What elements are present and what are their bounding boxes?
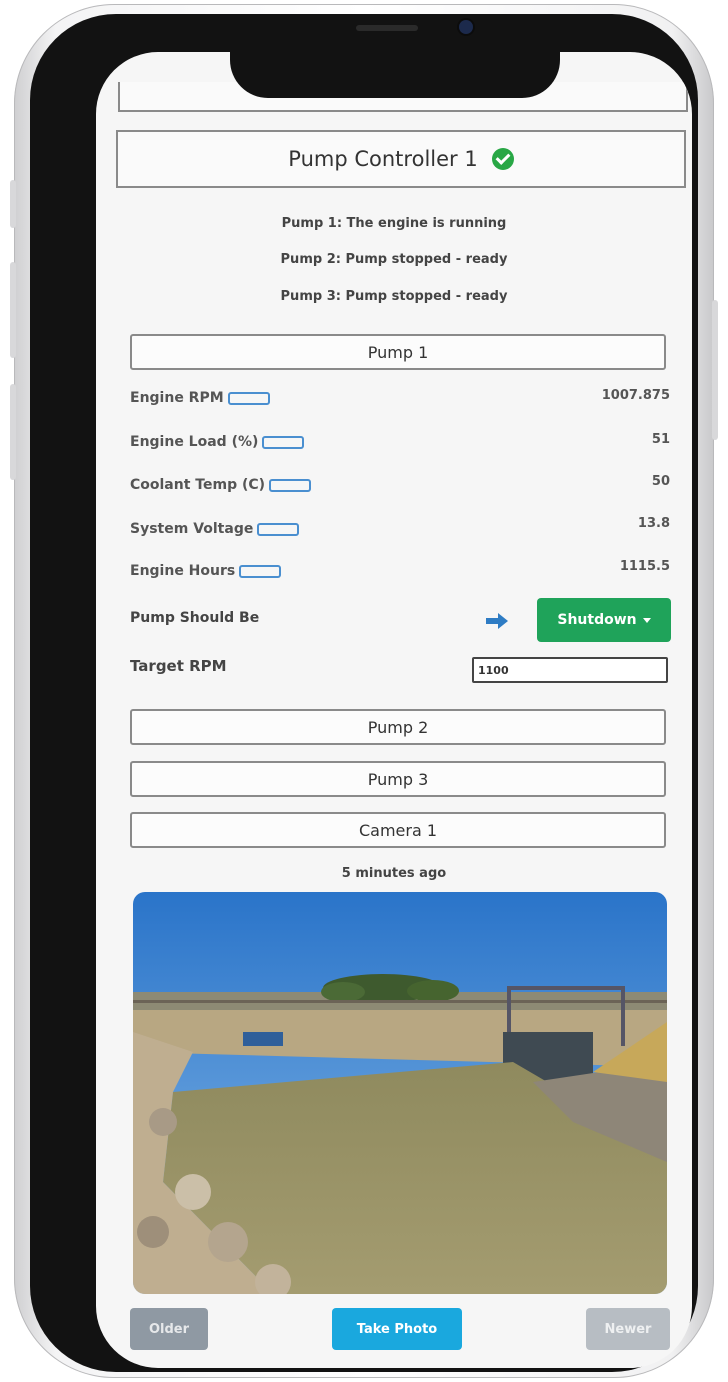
camera1-section-header[interactable]: Camera 1 <box>130 812 666 848</box>
camera-photo <box>133 892 667 1294</box>
front-camera-icon <box>459 20 473 34</box>
arrow-right-icon <box>486 613 508 629</box>
power-button <box>712 300 718 440</box>
controller-header[interactable]: Pump Controller 1 <box>116 130 686 188</box>
caret-down-icon <box>642 617 651 623</box>
metric-value-engine-rpm: 1007.875 <box>601 388 670 403</box>
phone-bezel: Pump Controller 1 Pump 1: The engine is … <box>30 14 698 1372</box>
metric-label-engine-hours: Engine Hours <box>130 563 282 579</box>
metric-label-text: Engine RPM <box>130 390 224 406</box>
volume-button <box>10 180 16 228</box>
older-button[interactable]: Older <box>130 1308 208 1350</box>
metric-label-text: Engine Load (%) <box>130 434 259 450</box>
metric-value-system-voltage: 13.8 <box>637 516 670 531</box>
history-badge[interactable] <box>257 522 300 536</box>
pump2-section-header[interactable]: Pump 2 <box>130 709 666 745</box>
metric-value-engine-load: 51 <box>651 432 670 447</box>
metric-value-coolant-temp: 50 <box>651 474 670 489</box>
newer-button[interactable]: Newer <box>586 1308 670 1350</box>
pump3-status: Pump 3: Pump stopped - ready <box>280 289 508 304</box>
metric-label-coolant-temp: Coolant Temp (C) <box>130 477 312 493</box>
metric-label-text: Engine Hours <box>130 563 236 579</box>
metric-value-engine-hours: 1115.5 <box>619 559 670 574</box>
metric-label-system-voltage: System Voltage <box>130 521 300 537</box>
volume-button <box>10 262 16 358</box>
metric-label-engine-load: Engine Load (%) <box>130 434 305 450</box>
history-badge[interactable] <box>262 435 305 449</box>
pump3-section-header[interactable]: Pump 3 <box>130 761 666 797</box>
metric-label-text: System Voltage <box>130 521 254 537</box>
check-circle-icon <box>491 148 514 170</box>
controller-title: Pump Controller 1 <box>288 147 478 171</box>
volume-button <box>10 384 16 480</box>
metric-label-engine-rpm: Engine RPM <box>130 390 270 406</box>
take-photo-button[interactable]: Take Photo <box>332 1308 462 1350</box>
speaker-grille <box>356 25 418 31</box>
pump-should-be-label: Pump Should Be <box>130 610 260 626</box>
app-screen: Pump Controller 1 Pump 1: The engine is … <box>96 52 692 1368</box>
metric-label-text: Coolant Temp (C) <box>130 477 266 493</box>
target-rpm-label: Target RPM <box>130 657 227 675</box>
pump2-status: Pump 2: Pump stopped - ready <box>280 252 508 267</box>
target-rpm-input[interactable] <box>472 657 668 683</box>
pump1-status: Pump 1: The engine is running <box>281 216 507 231</box>
history-badge[interactable] <box>227 391 270 405</box>
pump-state-value: Shutdown <box>557 612 637 628</box>
pump-state-dropdown[interactable]: Shutdown <box>537 598 671 642</box>
photo-timestamp: 5 minutes ago <box>341 866 447 881</box>
history-badge[interactable] <box>269 478 312 492</box>
notch <box>230 14 560 98</box>
pump1-section-header[interactable]: Pump 1 <box>130 334 666 370</box>
history-badge[interactable] <box>239 564 282 578</box>
